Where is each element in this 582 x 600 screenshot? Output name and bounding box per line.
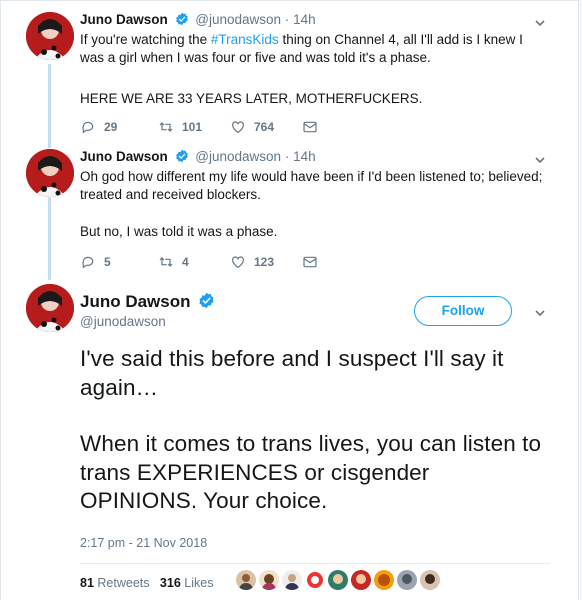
liker-avatar[interactable] — [328, 570, 348, 590]
tweet-timestamp[interactable]: 2:17 pm - 21 Nov 2018 — [80, 536, 207, 550]
like-icon — [232, 121, 244, 134]
direct-message-button[interactable] — [302, 119, 318, 135]
tweet-text-part: If you're watching the — [80, 32, 211, 47]
retweet-icon — [159, 257, 173, 267]
like-count: 123 — [254, 255, 275, 269]
reply-button[interactable]: 29 — [80, 119, 117, 135]
main-tweet-paragraph: I've said this before and I suspect I'll… — [80, 346, 504, 400]
liker-avatar[interactable] — [236, 570, 256, 590]
retweet-count: 4 — [182, 255, 189, 269]
tweet-text: If you're watching the #TransKids thing … — [80, 31, 550, 67]
chevron-down-icon[interactable] — [534, 153, 546, 165]
tweet-time[interactable]: · 14h — [285, 12, 316, 27]
main-tweet-paragraph: When it comes to trans lives, you can li… — [80, 431, 542, 513]
liker-avatar[interactable] — [374, 570, 394, 590]
retweet-icon — [159, 122, 173, 132]
reply-button[interactable]: 5 — [80, 254, 111, 270]
scrollbar[interactable] — [578, 0, 582, 600]
chevron-down-icon[interactable] — [534, 16, 546, 28]
thread-connector-line — [48, 64, 51, 148]
tweet-text-line: But no, I was told it was a phase. — [80, 224, 278, 239]
author-name[interactable]: Juno Dawson — [80, 12, 168, 27]
main-author-name[interactable]: Juno Dawson — [80, 292, 191, 311]
author-handle[interactable]: @junodawson — [195, 149, 281, 164]
like-icon — [232, 256, 244, 269]
retweet-button[interactable]: 101 — [158, 119, 202, 135]
hashtag-link[interactable]: #TransKids — [211, 32, 279, 47]
main-author-handle[interactable]: @junodawson — [80, 314, 166, 329]
tweet-actions: 5 4 123 — [80, 254, 380, 272]
likes-count: 316 — [159, 576, 181, 590]
retweet-count: 101 — [182, 120, 203, 134]
verified-badge-icon — [175, 12, 189, 29]
liker-avatar[interactable] — [351, 570, 371, 590]
avatar[interactable] — [26, 284, 74, 332]
likes-label: Likes — [184, 576, 214, 590]
retweets-count: 81 — [80, 576, 94, 590]
liker-avatar[interactable] — [397, 570, 417, 590]
author-name[interactable]: Juno Dawson — [80, 149, 168, 164]
likes-stat[interactable]: 316 Likes — [160, 576, 214, 590]
retweets-label: Retweets — [97, 576, 150, 590]
like-button[interactable]: 764 — [230, 119, 274, 135]
follow-button[interactable]: Follow — [414, 296, 512, 326]
reply-icon — [82, 121, 94, 134]
liker-avatar[interactable] — [420, 570, 440, 590]
tweet-text: Oh god how different my life would have … — [80, 169, 543, 202]
retweet-button[interactable]: 4 — [158, 254, 189, 270]
verified-badge-icon — [198, 292, 215, 314]
retweets-stat[interactable]: 81 Retweets — [80, 576, 150, 590]
like-button[interactable]: 123 — [230, 254, 274, 270]
tweet-text-line: HERE WE ARE 33 YEARS LATER, MOTHERFUCKER… — [80, 91, 423, 106]
tweet-stats: 81 Retweets 316 Likes — [80, 576, 213, 590]
like-count: 764 — [254, 120, 275, 134]
liker-avatar[interactable] — [282, 570, 302, 590]
chevron-down-icon[interactable] — [534, 306, 546, 318]
direct-message-icon — [303, 256, 317, 268]
main-tweet-text: I've said this before and I suspect I'll… — [80, 345, 550, 544]
likers-avatar-list — [236, 570, 440, 592]
reply-count: 5 — [104, 255, 111, 269]
avatar[interactable] — [26, 149, 74, 197]
divider — [80, 563, 550, 564]
author-handle[interactable]: @junodawson — [195, 12, 281, 27]
direct-message-button[interactable] — [302, 254, 318, 270]
thread-connector-line — [48, 196, 51, 280]
tweet-actions: 29 101 764 — [80, 119, 380, 137]
reply-icon — [82, 256, 94, 269]
liker-avatar[interactable] — [305, 570, 325, 590]
tweet-time[interactable]: · 14h — [285, 149, 316, 164]
direct-message-icon — [303, 121, 317, 133]
verified-badge-icon — [175, 149, 189, 166]
reply-count: 29 — [104, 120, 118, 134]
avatar[interactable] — [26, 12, 74, 60]
liker-avatar[interactable] — [259, 570, 279, 590]
